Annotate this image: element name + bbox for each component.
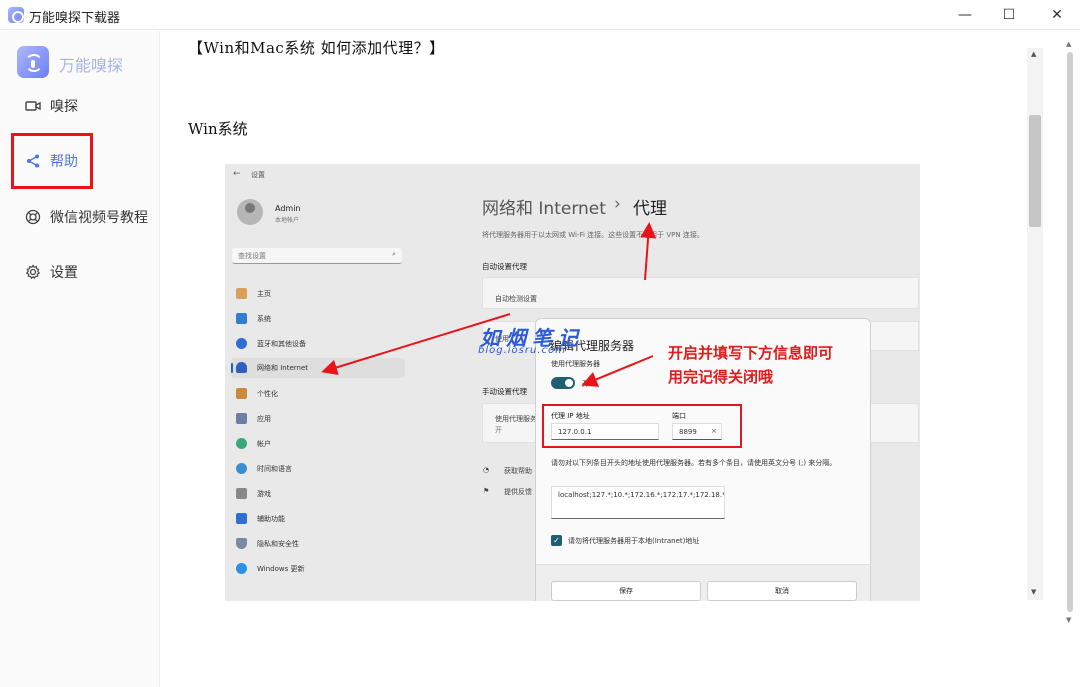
- window-scroll-down-icon[interactable]: ▼: [1066, 616, 1071, 624]
- arrow-to-network: [321, 313, 511, 376]
- sidebar-item-wechat-tutorial[interactable]: 微信视频号教程: [0, 197, 160, 237]
- minimize-button[interactable]: —: [942, 0, 988, 30]
- sidebar-item-label: 微信视频号教程: [50, 210, 148, 226]
- sidebar-item-settings[interactable]: 设置: [0, 252, 160, 292]
- windows-proxy-screenshot: ← 设置 Admin 本地帐户 查找设置 ⌕ 主页 系统 蓝牙和其他设备 网络和…: [225, 164, 920, 601]
- brand-name: 万能嗅探: [59, 56, 124, 75]
- help-highlight-box: [11, 133, 93, 189]
- arrow-to-toggle: [581, 355, 654, 387]
- app-logo-icon: [8, 7, 24, 23]
- video-camera-icon: [25, 98, 41, 114]
- annotation-arrows: [321, 222, 657, 387]
- scroll-up-icon[interactable]: ▲: [1031, 50, 1036, 58]
- window-scrollbar-thumb[interactable]: [1067, 52, 1073, 612]
- window-scroll-up-icon[interactable]: ▲: [1066, 40, 1071, 48]
- help-article: 【Win和Mac系统 如何添加代理？】 Win系统 ← 设置 Admin 本地帐…: [161, 31, 1035, 687]
- content-scrollbar-thumb[interactable]: [1029, 115, 1041, 227]
- lifebuoy-icon: [25, 209, 41, 225]
- title-bar: 万能嗅探下载器 — ☐ ✕: [0, 0, 1080, 30]
- sidebar-item-label: 设置: [50, 265, 78, 281]
- sidebar: 万能嗅探 嗅探 帮助 微信视频号教程 设置: [0, 31, 160, 687]
- article-subheading: Win系统: [188, 120, 248, 138]
- sidebar-item-label: 嗅探: [50, 99, 78, 115]
- brand-logo-icon: [17, 46, 49, 78]
- sidebar-item-sniff[interactable]: 嗅探: [0, 86, 160, 126]
- close-button[interactable]: ✕: [1034, 0, 1080, 30]
- arrow-to-proxy-title: [640, 222, 657, 281]
- article-heading: 【Win和Mac系统 如何添加代理？】: [188, 39, 445, 57]
- maximize-button[interactable]: ☐: [986, 0, 1032, 30]
- window-title: 万能嗅探下载器: [29, 11, 121, 26]
- scroll-down-icon[interactable]: ▼: [1031, 588, 1036, 596]
- gear-icon: [25, 264, 41, 280]
